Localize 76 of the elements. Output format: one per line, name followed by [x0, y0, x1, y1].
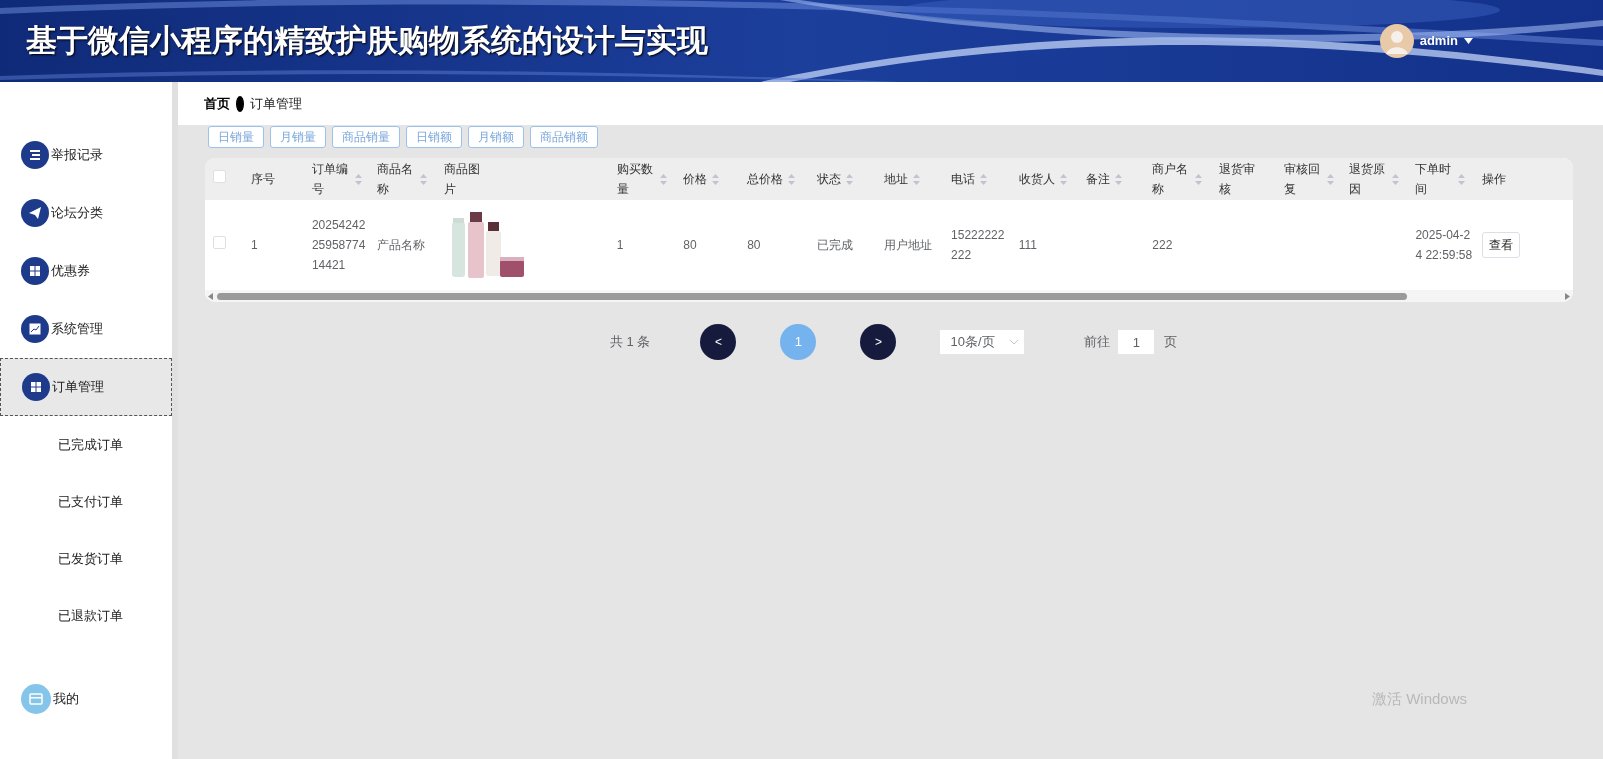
- breadcrumb-link[interactable]: 订单管理: [250, 93, 302, 114]
- column-header[interactable]: 下单时间: [1415, 159, 1466, 199]
- sidebar-item[interactable]: 订单管理: [0, 358, 172, 416]
- table-cell-text: 产品名称: [376, 237, 426, 254]
- column-header[interactable]: 总价格: [747, 169, 796, 189]
- sort-icon[interactable]: [1458, 173, 1466, 185]
- column-header[interactable]: 购买数量: [616, 159, 667, 199]
- app-title: 基于微信小程序的精致护肤购物系统的设计与实现: [26, 21, 708, 60]
- column-header[interactable]: 地址: [884, 169, 921, 189]
- sort-icon[interactable]: [1392, 173, 1400, 185]
- sort-icon[interactable]: [419, 173, 427, 185]
- page-size-select[interactable]: 10条/页: [940, 330, 1025, 354]
- column-header[interactable]: 电话: [951, 169, 988, 189]
- submenu-item[interactable]: 已完成订单: [0, 416, 172, 473]
- table-cell-text: 80: [683, 237, 698, 254]
- paper-plane-icon: [21, 199, 49, 227]
- table-cell-text: 用户地址: [884, 237, 934, 254]
- prev-page-button[interactable]: <: [700, 324, 737, 360]
- sort-icon[interactable]: [845, 173, 853, 185]
- sort-icon[interactable]: [980, 173, 988, 185]
- submenu-item[interactable]: 已发货订单: [0, 530, 172, 587]
- next-page-button[interactable]: >: [860, 324, 897, 360]
- table-cell-text: 1: [250, 237, 259, 254]
- column-header: 商品图片: [444, 161, 482, 198]
- avatar-icon: [1379, 24, 1414, 58]
- grid-icon: [21, 257, 49, 285]
- caret-icon: [1464, 38, 1473, 44]
- card-icon: [21, 684, 51, 714]
- column-header[interactable]: 订单编号: [311, 159, 362, 199]
- separator-icon: [236, 95, 244, 112]
- table-cell-text: 80: [747, 237, 762, 254]
- table-cell-text: 202542422595877414421: [311, 217, 367, 274]
- goto-unit: 页: [1164, 333, 1178, 352]
- user-menu[interactable]: admin: [1419, 31, 1473, 51]
- column-header[interactable]: 状态: [816, 169, 853, 189]
- chevron-down-icon: [1010, 339, 1019, 345]
- horizontal-scrollbar[interactable]: [205, 290, 1573, 302]
- column-header[interactable]: 收货人: [1018, 169, 1067, 189]
- list-icon: [21, 141, 49, 169]
- view-button[interactable]: 查看: [1482, 232, 1521, 258]
- sort-icon[interactable]: [1059, 173, 1067, 185]
- column-header[interactable]: 审核回复: [1284, 159, 1335, 199]
- column-header: 序号: [250, 171, 275, 188]
- breadcrumb-link[interactable]: 首页: [204, 93, 230, 114]
- table-cell-text: 111: [1018, 237, 1038, 254]
- sort-icon[interactable]: [354, 173, 362, 185]
- sort-icon[interactable]: [788, 173, 796, 185]
- column-header: 退货审核: [1219, 161, 1256, 198]
- column-header: 操作: [1482, 171, 1507, 188]
- sort-icon[interactable]: [1195, 173, 1203, 185]
- sort-icon[interactable]: [1115, 173, 1123, 185]
- table-cell-text: 15222222222: [951, 227, 1006, 264]
- total-count: 共 1 条: [610, 333, 651, 352]
- column-header[interactable]: 商品名称: [376, 159, 427, 199]
- submenu-item[interactable]: 已退款订单: [0, 587, 172, 644]
- column-header[interactable]: 商户名称: [1152, 159, 1203, 199]
- column-header[interactable]: 备注: [1086, 169, 1123, 189]
- sort-icon[interactable]: [1327, 173, 1335, 185]
- sort-icon[interactable]: [712, 173, 720, 185]
- goto-label: 前往: [1084, 333, 1111, 352]
- scroll-left-icon[interactable]: [208, 292, 213, 300]
- column-header[interactable]: 退货原因: [1349, 159, 1400, 199]
- table-cell-text: 1: [616, 237, 625, 254]
- column-header[interactable]: 价格: [683, 169, 720, 189]
- table-cell-text: 222: [1152, 237, 1174, 254]
- row-checkbox[interactable]: [213, 236, 226, 249]
- sort-icon[interactable]: [913, 173, 921, 185]
- select-all-checkbox[interactable]: [213, 170, 226, 183]
- goto-page-field[interactable]: 1: [1118, 330, 1155, 354]
- table-cell-text: 已完成: [816, 237, 854, 254]
- chart-icon: [21, 315, 49, 343]
- grid-icon: [22, 373, 50, 401]
- sort-icon[interactable]: [659, 173, 667, 185]
- submenu-item[interactable]: 已支付订单: [0, 473, 172, 530]
- table-cell-text: 2025-04-24 22:59:58: [1415, 227, 1474, 264]
- scroll-right-icon[interactable]: [1565, 292, 1570, 300]
